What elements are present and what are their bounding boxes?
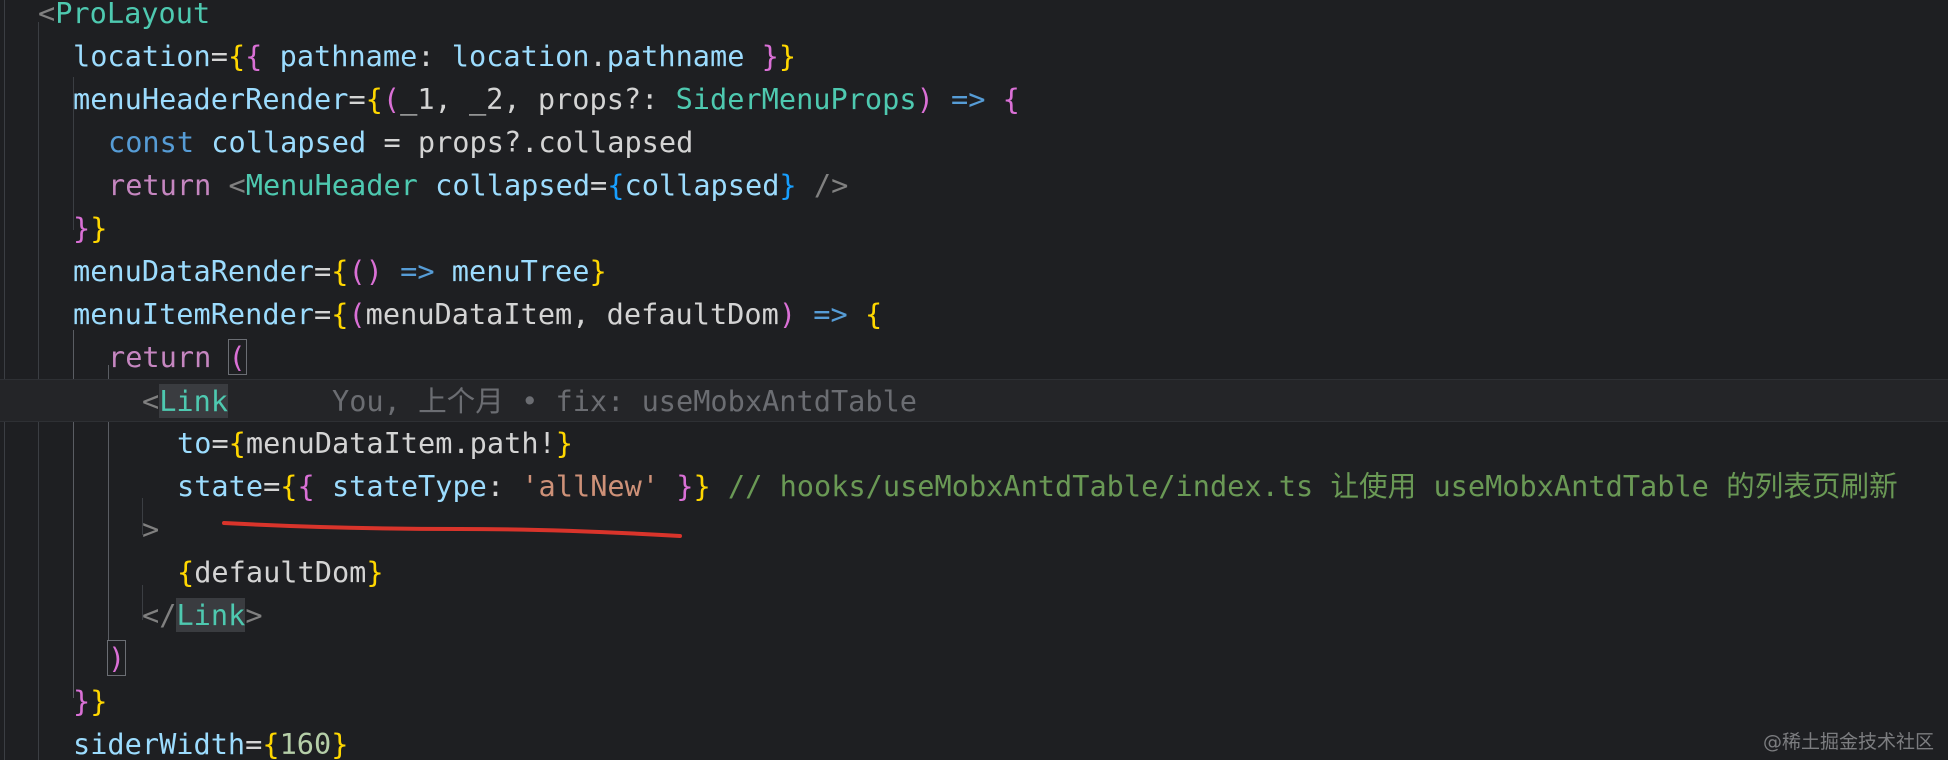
code-editor[interactable]: <ProLayout location={{ pathname: location… [0, 0, 1948, 760]
red-underline-annotation [222, 521, 682, 538]
red-underline-stroke [222, 521, 682, 538]
watermark: @稀土掘金技术社区 [1762, 731, 1934, 753]
